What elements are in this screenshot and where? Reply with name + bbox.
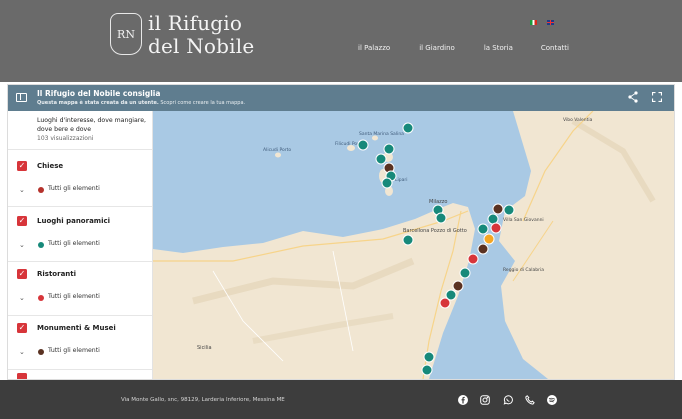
nav-item-palazzo[interactable]: il Palazzo <box>358 44 390 52</box>
map-view[interactable]: Filicudi Porto Alicudi Porto Santa Marin… <box>153 111 674 379</box>
viewpoint-marker-icon[interactable] <box>375 153 387 165</box>
label-vibo: Vibo Valentia <box>563 117 593 123</box>
viewpoint-marker-icon[interactable] <box>402 122 414 134</box>
label-villa-san-giovanni: Villa San Giovanni <box>503 217 544 223</box>
site-footer: Via Monte Gallo, snc, 98129, Larderia In… <box>0 380 682 419</box>
church-icon <box>38 187 44 193</box>
viewpoint-marker-icon[interactable] <box>421 364 433 376</box>
museum-marker-icon[interactable] <box>477 243 489 255</box>
viewpoint-marker-icon[interactable] <box>459 267 471 279</box>
embedded-map: Il Rifugio del Nobile consiglia Questa m… <box>7 84 675 380</box>
chevron-down-icon[interactable]: ⌄ <box>19 241 25 249</box>
label-barcellona: Barcellona Pozzo di Gotto <box>403 228 467 234</box>
nav-item-storia[interactable]: la Storia <box>484 44 513 52</box>
fullscreen-icon[interactable] <box>652 92 662 102</box>
logo-seal-icon: RN <box>110 13 142 55</box>
map-legend-sidebar: Luoghi d'interesse, dove mangiare, dove … <box>8 111 153 379</box>
label-sicilia: Sicilia <box>197 345 212 351</box>
museum-marker-icon[interactable] <box>492 203 504 215</box>
viewpoint-marker-icon[interactable] <box>503 204 515 216</box>
viewpoint-icon <box>38 242 44 248</box>
museum-marker-icon[interactable] <box>452 280 464 292</box>
viewpoint-marker-icon[interactable] <box>383 143 395 155</box>
map-canvas[interactable]: Filicudi Porto Alicudi Porto Santa Marin… <box>153 111 674 379</box>
viewpoint-marker-icon[interactable] <box>477 223 489 235</box>
map-views: 103 visualizzazioni <box>37 135 94 142</box>
nav-item-giardino[interactable]: il Giardino <box>419 44 455 52</box>
site-header: RN il Rifugio del Nobile il Palazzo il G… <box>0 0 682 82</box>
label-alicudi: Alicudi Porto <box>263 147 291 153</box>
label-milazzo: Milazzo <box>429 199 447 205</box>
layer-checkbox-next[interactable] <box>17 373 27 379</box>
map-description: Luoghi d'interesse, dove mangiare, dove … <box>37 117 146 133</box>
sidebar-toggle-icon[interactable] <box>16 93 27 102</box>
map-title: Il Rifugio del Nobile consiglia <box>37 89 161 98</box>
instagram-icon[interactable] <box>480 395 490 405</box>
main-nav: il Palazzo il Giardino la Storia Contatt… <box>358 44 569 52</box>
viewpoint-marker-icon[interactable] <box>381 177 393 189</box>
chevron-down-icon[interactable]: ⌄ <box>19 348 25 356</box>
whatsapp-icon[interactable] <box>503 395 513 405</box>
phone-icon[interactable] <box>525 395 535 405</box>
layer-checkbox-monumenti[interactable]: ✓ <box>17 323 27 333</box>
uk-flag-icon[interactable] <box>547 20 554 25</box>
it-flag-icon[interactable] <box>530 20 537 25</box>
chevron-down-icon[interactable]: ⌄ <box>19 186 25 194</box>
viewpoint-marker-icon[interactable] <box>423 351 435 363</box>
restaurant-icon <box>38 295 44 301</box>
map-subtitle: Questa mappa è stata creata da un utente… <box>37 100 246 106</box>
layer-checkbox-panoramici[interactable]: ✓ <box>17 216 27 226</box>
viewpoint-marker-icon[interactable] <box>402 234 414 246</box>
bar-marker-icon[interactable] <box>483 233 495 245</box>
layer-checkbox-ristoranti[interactable]: ✓ <box>17 269 27 279</box>
restaurant-marker-icon[interactable] <box>490 222 502 234</box>
share-icon[interactable] <box>628 91 638 103</box>
label-santa-marina: Santa Marina Salina <box>359 131 404 137</box>
map-topbar: Il Rifugio del Nobile consiglia Questa m… <box>8 85 674 111</box>
museum-icon <box>38 349 44 355</box>
viewpoint-marker-icon[interactable] <box>487 213 499 225</box>
restaurant-marker-icon[interactable] <box>467 253 479 265</box>
layer-monumenti: ✓ Monumenti & Musei ⌄ Tutti gli elementi <box>17 323 116 356</box>
viewpoint-marker-icon[interactable] <box>357 139 369 151</box>
brand-line-2: del Nobile <box>148 34 255 58</box>
brand-line-1: il Rifugio <box>148 11 243 35</box>
site-logo[interactable]: RN il Rifugio del Nobile <box>110 12 254 58</box>
brand-name: il Rifugio del Nobile <box>148 12 254 58</box>
facebook-icon[interactable] <box>458 395 468 405</box>
layer-ristoranti: ✓ Ristoranti ⌄ Tutti gli elementi <box>17 269 100 302</box>
restaurant-marker-icon[interactable] <box>439 297 451 309</box>
label-lipari: Lipari <box>395 177 407 183</box>
footer-address: Via Monte Gallo, snc, 98129, Larderia In… <box>121 397 285 403</box>
language-switcher <box>530 20 554 25</box>
chevron-down-icon[interactable]: ⌄ <box>19 294 25 302</box>
layer-checkbox-chiese[interactable]: ✓ <box>17 161 27 171</box>
label-reggio: Reggio di Calabria <box>503 267 544 273</box>
nav-item-contatti[interactable]: Contatti <box>541 44 569 52</box>
viewpoint-marker-icon[interactable] <box>435 212 447 224</box>
spotify-icon[interactable] <box>547 395 557 405</box>
